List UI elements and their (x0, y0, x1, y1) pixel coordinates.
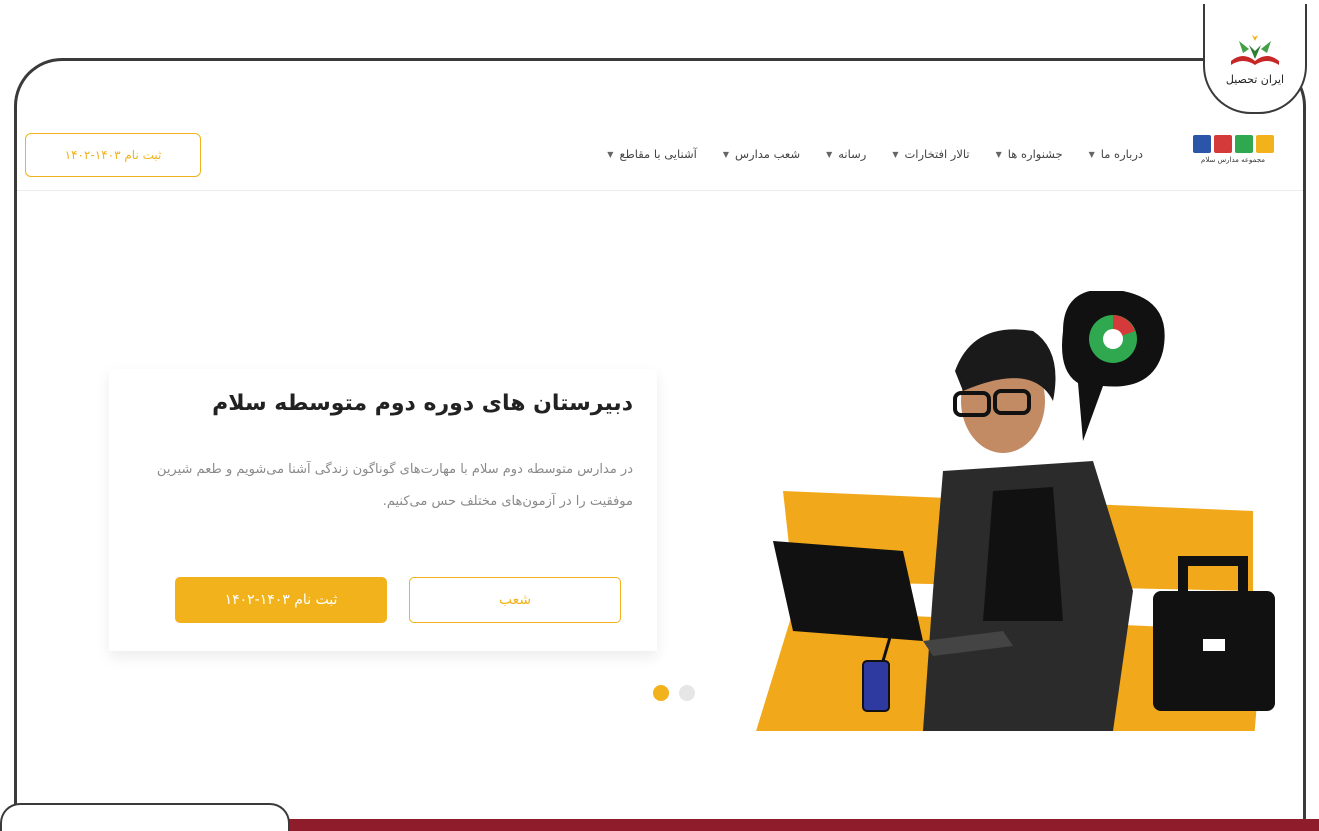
nav-register-button[interactable]: ثبت نام ۱۴۰۳-۱۴۰۲ (25, 133, 201, 177)
chevron-down-icon: ▼ (722, 149, 729, 159)
menu-item-honors[interactable]: تالار افتخارات ▼ (892, 147, 969, 161)
footer-tab (0, 803, 290, 831)
main-menu: آشنایی با مقاطع ▼ شعب مدارس ▼ رسانه ▼ تا… (607, 147, 1143, 161)
iran-tahsil-badge: ایران تحصیل (1203, 4, 1307, 114)
menu-item-label: رسانه (838, 147, 867, 161)
hero-card: دبیرستان های دوره دوم متوسطه سلام در مدا… (109, 369, 657, 651)
hero-description: در مدارس متوسطه دوم سلام با مهارت‌های گو… (156, 462, 633, 509)
hero-title: دبیرستان های دوره دوم متوسطه سلام (212, 391, 633, 416)
menu-item-about[interactable]: درباره ما ▼ (1089, 147, 1143, 161)
slider-dots (653, 685, 695, 701)
badge-caption: ایران تحصیل (1225, 72, 1285, 86)
chevron-down-icon: ▼ (1088, 149, 1095, 159)
hero-buttons: شعب ثبت نام ۱۴۰۳-۱۴۰۲ (175, 577, 621, 623)
menu-item-label: تالار افتخارات (904, 147, 970, 161)
slider-dot-2[interactable] (679, 685, 695, 701)
hero-register-button[interactable]: ثبت نام ۱۴۰۳-۱۴۰۲ (175, 577, 387, 623)
slider-dot-1[interactable] (653, 685, 669, 701)
menu-item-levels[interactable]: آشنایی با مقاطع ▼ (607, 147, 697, 161)
browser-frame: ثبت نام ۱۴۰۳-۱۴۰۲ آشنایی با مقاطع ▼ شعب … (14, 58, 1306, 828)
menu-item-label: درباره ما (1100, 147, 1143, 161)
branches-button[interactable]: شعب (409, 577, 621, 623)
logo-blocks (1192, 135, 1274, 153)
menu-item-label: شعب مدارس (734, 147, 801, 161)
chevron-down-icon: ▼ (826, 149, 833, 159)
book-logo-icon (1231, 34, 1279, 65)
menu-item-label: جشنواره ها (1007, 147, 1063, 161)
chevron-down-icon: ▼ (607, 149, 614, 159)
chevron-down-icon: ▼ (995, 149, 1002, 159)
menu-item-festivals[interactable]: جشنواره ها ▼ (996, 147, 1063, 161)
menu-item-label: آشنایی با مقاطع (619, 147, 697, 161)
footer-band (270, 819, 1319, 831)
top-navigation: ثبت نام ۱۴۰۳-۱۴۰۲ آشنایی با مقاطع ▼ شعب … (17, 121, 1303, 191)
site-logo[interactable]: مجموعه مدارس سلام (1187, 135, 1279, 175)
student-laptop-illustration (756, 291, 1275, 731)
logo-caption: مجموعه مدارس سلام (1201, 156, 1265, 164)
menu-item-media[interactable]: رسانه ▼ (826, 147, 866, 161)
menu-item-branches[interactable]: شعب مدارس ▼ (723, 147, 800, 161)
chevron-down-icon: ▼ (892, 149, 899, 159)
